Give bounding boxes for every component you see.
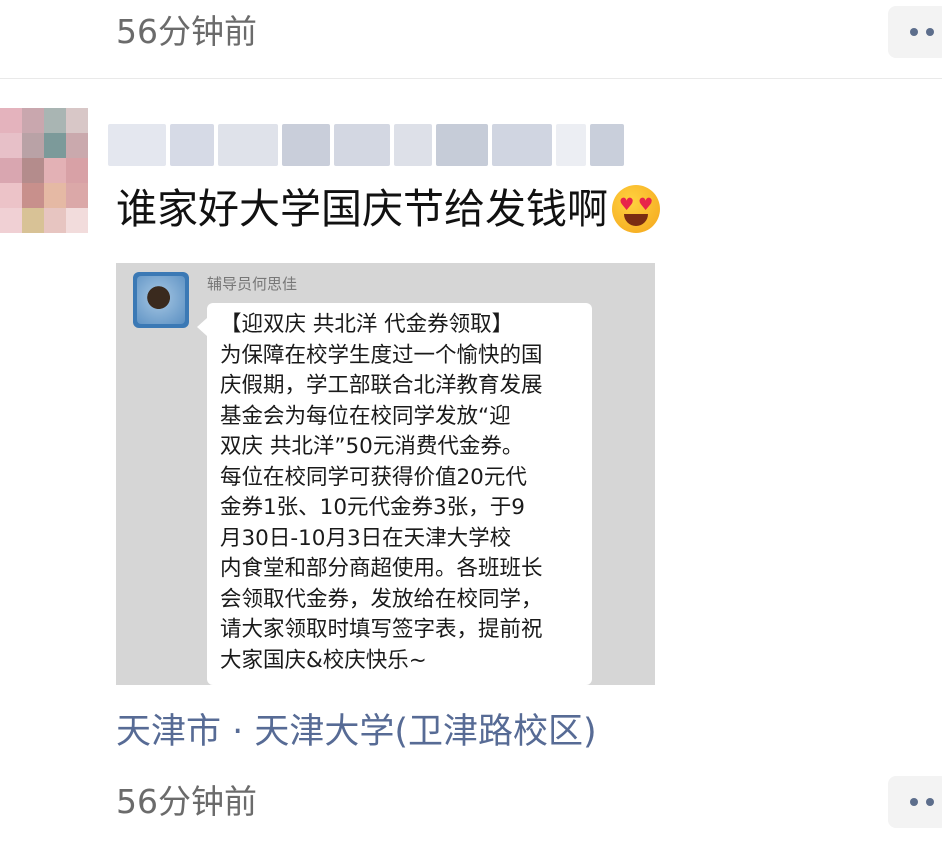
- counselor-avatar: [133, 272, 189, 328]
- bubble-tail: [197, 318, 207, 336]
- post-location-link[interactable]: 天津市 · 天津大学(卫津路校区): [116, 710, 597, 754]
- post-image[interactable]: 辅导员何思佳 【迎双庆 共北洋 代金券领取】 为保障在校学生度过一个愉快的国 庆…: [116, 263, 655, 685]
- message-line: 内食堂和部分商超使用。各班班长: [220, 556, 543, 581]
- post-more-button[interactable]: [888, 776, 942, 828]
- message-line: 大家国庆&校庆快乐~: [220, 647, 427, 673]
- image-sender-name: 辅导员何思佳: [207, 275, 298, 293]
- heart-eyes-emoji-icon: ♥ ♥: [612, 185, 660, 233]
- more-dot-icon: [926, 798, 934, 806]
- post-content: 谁家好大学国庆节给发钱啊 ♥ ♥: [116, 184, 660, 234]
- message-line: 为保障在校学生度过一个愉快的国: [220, 342, 543, 368]
- message-line: 会领取代金券，发放给在校同学，: [220, 586, 543, 612]
- message-line: 每位在校同学可获得价值20元代: [220, 464, 527, 490]
- message-line: 双庆 共北洋”50元消费代金券。: [220, 434, 524, 459]
- message-line: 金券1张、10元代金券3张，于9: [220, 495, 525, 520]
- prev-post-more-button[interactable]: [888, 6, 942, 58]
- message-line: 庆假期，学工部联合北洋教育发展: [220, 373, 543, 398]
- message-line: 基金会为每位在校同学发放“迎: [220, 403, 511, 429]
- post-time: 56分钟前: [116, 782, 257, 821]
- message-line: 【迎双庆 共北洋 代金券领取】: [220, 312, 514, 337]
- username-blurred[interactable]: [108, 124, 624, 166]
- user-avatar[interactable]: [0, 108, 88, 233]
- image-message-bubble: 【迎双庆 共北洋 代金券领取】 为保障在校学生度过一个愉快的国 庆假期，学工部联…: [207, 303, 592, 685]
- post-divider: [0, 78, 942, 79]
- message-line: 月30日-10月3日在天津大学校: [220, 525, 512, 551]
- more-dot-icon: [926, 28, 934, 36]
- more-dot-icon: [910, 28, 918, 36]
- message-line: 请大家领取时填写签字表，提前祝: [220, 617, 543, 642]
- prev-post-time: 56分钟前: [116, 12, 257, 51]
- more-dot-icon: [910, 798, 918, 806]
- post-text: 谁家好大学国庆节给发钱啊: [116, 185, 608, 233]
